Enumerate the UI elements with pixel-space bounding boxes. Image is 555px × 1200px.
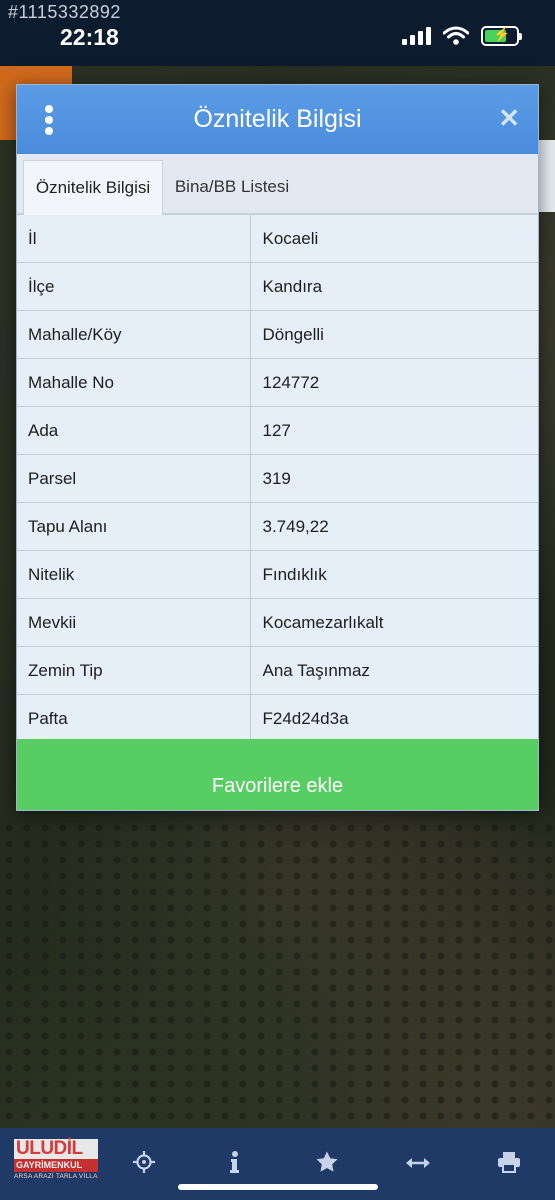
logo-tagline: ARSA ARAZİ TARLA VİLLA	[14, 1173, 98, 1180]
listing-id-watermark: #1115332892	[8, 2, 121, 22]
table-row: Mevkii Kocamezarlıkalt	[17, 598, 538, 647]
add-to-favorites-button[interactable]: Favorilere ekle	[17, 739, 538, 810]
row-label: Ada	[17, 406, 251, 455]
row-label: Pafta	[17, 694, 251, 743]
attribute-table: İl Kocaeli İlçe Kandıra Mahalle/Köy Döngell…	[17, 214, 538, 743]
close-icon[interactable]: ✕	[498, 105, 520, 131]
table-row: Nitelik Fındıklık	[17, 550, 538, 599]
bottom-toolbar: ULUDİL GAYRİMENKUL ARSA ARAZİ TARLA VİLL…	[0, 1128, 555, 1200]
status-time: 22:18	[60, 24, 119, 50]
row-label: Mahalle/Köy	[17, 310, 251, 359]
logo-main-text: ULUDİL	[14, 1139, 98, 1159]
row-value: 3.749,22	[249, 502, 538, 551]
table-row: İl Kocaeli	[17, 214, 538, 263]
row-label: İl	[17, 214, 251, 263]
tab-attribute-info[interactable]: Öznitelik Bilgisi	[23, 160, 163, 215]
logo-sub-text: GAYRİMENKUL	[14, 1159, 98, 1172]
status-bar: #1115332892 22:18 ⚡	[0, 0, 555, 66]
home-indicator[interactable]	[178, 1184, 378, 1190]
table-row: Pafta F24d24d3a	[17, 694, 538, 743]
row-value: 127	[249, 406, 538, 455]
company-logo: ULUDİL GAYRİMENKUL ARSA ARAZİ TARLA VİLL…	[14, 1139, 98, 1189]
dialog-header: Öznitelik Bilgisi ✕	[17, 85, 538, 154]
status-icons: ⚡	[402, 26, 522, 46]
row-label: İlçe	[17, 262, 251, 311]
row-label: Nitelik	[17, 550, 251, 599]
row-value: 319	[249, 454, 538, 503]
row-value: F24d24d3a	[249, 694, 538, 743]
attribute-info-dialog: Öznitelik Bilgisi ✕ Öznitelik Bilgisi Bi…	[16, 84, 539, 811]
dialog-title: Öznitelik Bilgisi	[193, 105, 362, 133]
row-value: Kandıra	[249, 262, 538, 311]
row-value: Döngelli	[249, 310, 538, 359]
row-value: 124772	[249, 358, 538, 407]
table-row: Parsel 319	[17, 454, 538, 503]
info-icon[interactable]	[189, 1150, 280, 1178]
wifi-icon	[443, 26, 469, 45]
table-row: Mahalle/Köy Döngelli	[17, 310, 538, 359]
signal-icon	[402, 27, 431, 45]
row-value: Fındıklık	[249, 550, 538, 599]
row-value: Ana Taşınmaz	[249, 646, 538, 695]
locate-icon[interactable]	[98, 1150, 189, 1178]
table-row: İlçe Kandıra	[17, 262, 538, 311]
row-label: Tapu Alanı	[17, 502, 251, 551]
measure-icon[interactable]	[372, 1153, 463, 1175]
table-row: Tapu Alanı 3.749,22	[17, 502, 538, 551]
row-label: Zemin Tip	[17, 646, 251, 695]
map-side-strip	[539, 140, 555, 212]
tab-building-list[interactable]: Bina/BB Listesi	[167, 160, 297, 215]
table-row: Mahalle No 124772	[17, 358, 538, 407]
row-label: Parsel	[17, 454, 251, 503]
row-label: Mahalle No	[17, 358, 251, 407]
row-value: Kocamezarlıkalt	[249, 598, 538, 647]
battery-charging-icon: ⚡	[481, 26, 522, 46]
print-icon[interactable]	[464, 1151, 555, 1177]
table-row: Zemin Tip Ana Taşınmaz	[17, 646, 538, 695]
star-icon[interactable]	[281, 1150, 372, 1178]
table-row: Ada 127	[17, 406, 538, 455]
dialog-tabs: Öznitelik Bilgisi Bina/BB Listesi	[17, 154, 538, 215]
row-label: Mevkii	[17, 598, 251, 647]
row-value: Kocaeli	[249, 214, 538, 263]
map-tree-texture	[0, 820, 555, 1140]
